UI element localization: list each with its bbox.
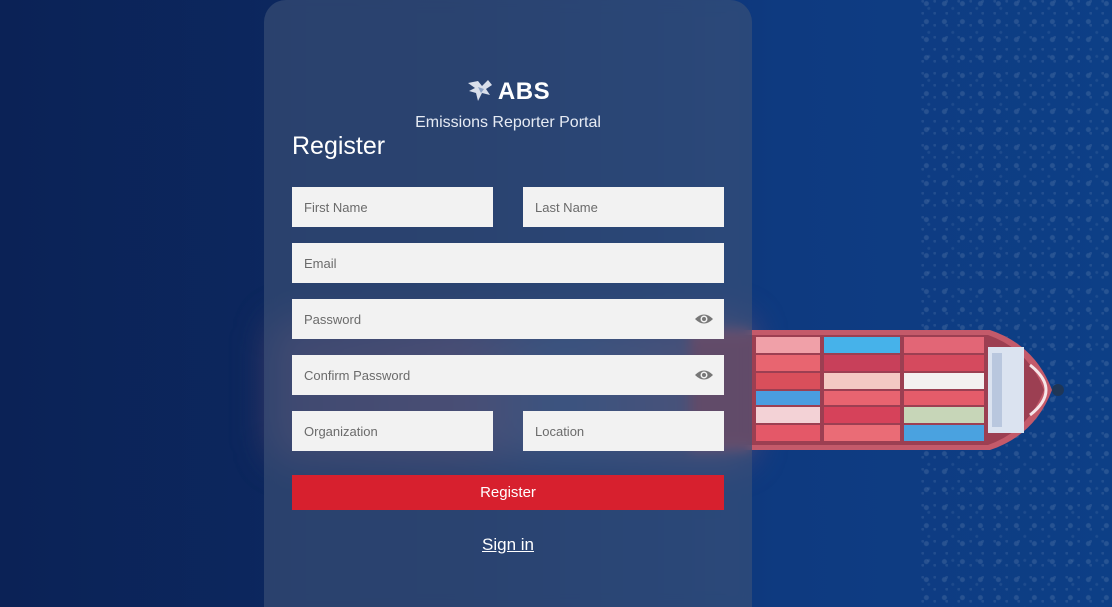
logo-text: ABS <box>497 78 551 105</box>
email-input[interactable] <box>302 254 714 272</box>
eagle-icon <box>467 80 492 101</box>
location-input[interactable] <box>533 422 714 440</box>
brand-header: ABS Emissions Reporter Portal <box>264 77 752 132</box>
email-field[interactable] <box>292 243 724 283</box>
signin-container: Sign in <box>264 535 752 555</box>
confirm-password-field[interactable] <box>292 355 724 395</box>
last-name-input[interactable] <box>533 198 714 216</box>
first-name-input[interactable] <box>302 198 483 216</box>
password-input[interactable] <box>302 310 694 328</box>
eye-icon[interactable] <box>694 312 714 326</box>
organization-input[interactable] <box>302 422 483 440</box>
logo: ABS <box>466 77 550 107</box>
page-title: Register <box>292 132 386 160</box>
location-field[interactable] <box>523 411 724 451</box>
register-button[interactable]: Register <box>292 475 724 510</box>
portal-name: Emissions Reporter Portal <box>415 114 601 131</box>
signin-link[interactable]: Sign in <box>482 535 534 554</box>
last-name-field[interactable] <box>523 187 724 227</box>
sea-sparkle <box>912 0 1112 607</box>
organization-field[interactable] <box>292 411 493 451</box>
eye-icon[interactable] <box>694 368 714 382</box>
background: ABS Emissions Reporter Portal Register F… <box>0 0 1112 607</box>
password-field[interactable] <box>292 299 724 339</box>
confirm-password-input[interactable] <box>302 366 694 384</box>
first-name-field[interactable] <box>292 187 493 227</box>
